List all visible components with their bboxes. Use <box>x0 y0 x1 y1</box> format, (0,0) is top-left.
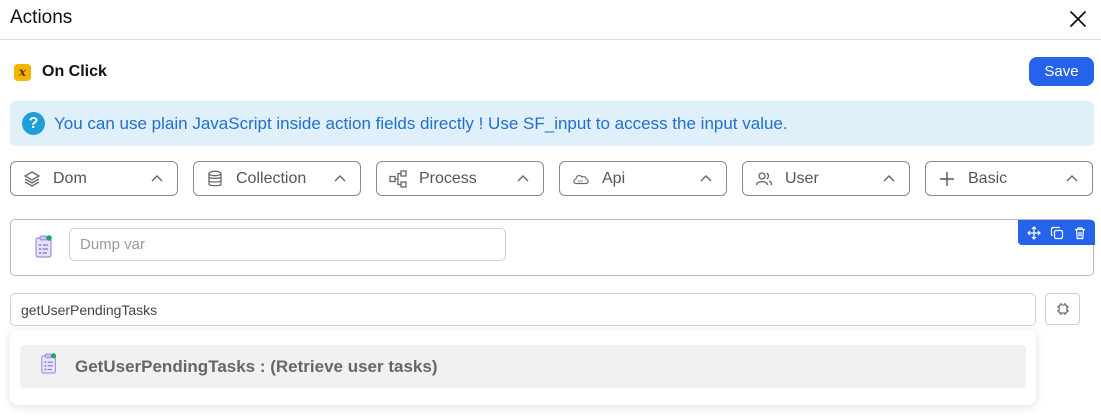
cloud-api-icon: API <box>571 169 591 189</box>
close-icon[interactable] <box>1067 8 1089 30</box>
plus-icon <box>937 169 957 189</box>
category-process-button[interactable]: Process <box>376 161 544 196</box>
cpu-icon <box>1056 303 1069 315</box>
suggestion-item[interactable]: GetUserPendingTasks : (Retrieve user tas… <box>20 345 1026 388</box>
save-button[interactable]: Save <box>1029 57 1094 86</box>
modal-title: Actions <box>10 7 73 28</box>
chip-settings-button[interactable] <box>1045 293 1080 325</box>
category-user-button[interactable]: User <box>742 161 910 196</box>
event-label: On Click <box>42 63 107 80</box>
category-collection-button[interactable]: Collection <box>193 161 361 196</box>
info-text: You can use plain JavaScript inside acti… <box>54 113 788 133</box>
chevron-up-icon <box>1066 174 1078 181</box>
block-toolbar <box>1018 220 1095 245</box>
chevron-up-icon <box>700 174 712 181</box>
category-dom-button[interactable]: Dom <box>10 161 178 196</box>
action-search-input[interactable] <box>10 293 1036 326</box>
event-row: x On Click <box>14 62 107 82</box>
svg-text:API: API <box>577 179 583 183</box>
chevron-up-icon <box>517 174 529 181</box>
trash-icon[interactable] <box>1072 225 1088 241</box>
duplicate-icon[interactable] <box>1049 225 1065 241</box>
suggestion-dropdown: GetUserPendingTasks : (Retrieve user tas… <box>10 330 1036 405</box>
category-label: Basic <box>968 169 1008 187</box>
layers-icon <box>22 169 42 189</box>
info-banner: ? You can use plain JavaScript inside ac… <box>10 101 1094 146</box>
help-icon: ? <box>22 112 45 135</box>
category-label: Process <box>419 169 477 187</box>
category-basic-button[interactable]: Basic <box>925 161 1093 196</box>
action-block <box>10 219 1095 276</box>
category-label: Api <box>602 169 626 187</box>
category-label: User <box>785 169 819 187</box>
category-label: Collection <box>236 169 307 187</box>
database-icon <box>205 169 225 189</box>
users-icon <box>754 169 774 189</box>
modal-header: Actions <box>0 0 1101 40</box>
category-label: Dom <box>53 169 87 187</box>
dump-var-input[interactable] <box>69 228 506 261</box>
suggestion-label: GetUserPendingTasks : (Retrieve user tas… <box>75 356 438 376</box>
chevron-up-icon <box>883 174 895 181</box>
flow-icon <box>388 169 408 189</box>
variable-icon: x <box>14 63 31 81</box>
chevron-up-icon <box>334 174 346 181</box>
move-icon[interactable] <box>1026 225 1042 241</box>
category-api-button[interactable]: API Api <box>559 161 727 196</box>
clipboard-list-icon <box>33 234 55 265</box>
clipboard-list-icon <box>39 352 59 381</box>
chevron-up-icon <box>151 174 163 181</box>
